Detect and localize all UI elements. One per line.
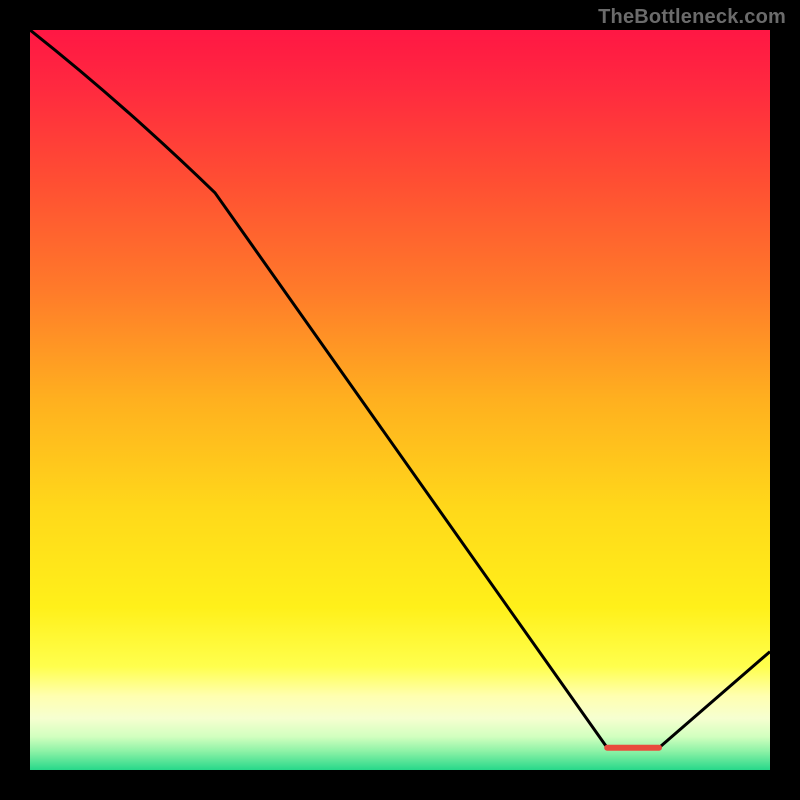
watermark-text: TheBottleneck.com xyxy=(598,6,786,29)
chart-svg xyxy=(30,30,770,770)
heat-gradient-background xyxy=(30,30,770,770)
plot-area xyxy=(30,30,770,770)
chart-frame: TheBottleneck.com xyxy=(0,0,800,800)
